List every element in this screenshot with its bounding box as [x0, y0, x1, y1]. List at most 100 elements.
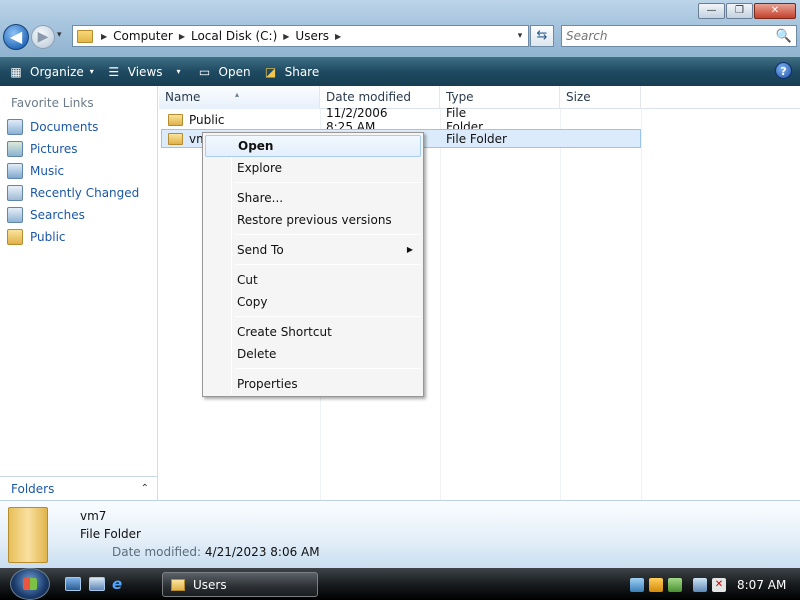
views-button[interactable]: ☰ Views ▾ — [102, 57, 189, 87]
security-shield-icon[interactable] — [649, 578, 663, 592]
menu-item-copy[interactable]: Copy — [205, 291, 421, 313]
chevron-up-icon: ⌃ — [140, 483, 149, 494]
menu-item-create-shortcut[interactable]: Create Shortcut — [205, 321, 421, 343]
internet-explorer-icon[interactable]: e — [112, 577, 128, 592]
details-type: File Folder — [80, 527, 141, 541]
sidebar-item-label: Public — [30, 230, 66, 244]
menu-separator — [235, 316, 421, 317]
sidebar-item-label: Pictures — [30, 142, 78, 156]
breadcrumb-separator[interactable]: ▶ — [101, 32, 107, 41]
views-label: Views — [127, 64, 163, 79]
sort-arrow-icon: ▴ — [235, 90, 240, 99]
file-name: Public — [189, 112, 225, 127]
views-icon: ☰ — [108, 64, 120, 79]
sidebar-item-public[interactable]: Public — [0, 226, 157, 248]
sidebar-item-label: Recently Changed — [30, 186, 140, 200]
help-button[interactable]: ? — [775, 62, 792, 79]
start-button[interactable] — [10, 568, 50, 600]
switch-windows-icon[interactable] — [89, 577, 105, 591]
breadcrumb-computer[interactable]: Computer — [113, 29, 173, 43]
recent-icon — [7, 185, 23, 201]
folder-icon — [8, 507, 48, 563]
column-header-size[interactable]: Size — [560, 86, 641, 109]
command-toolbar: ▦ Organize ▾ ☰ Views ▾ ▭ Open ◪ Share — [0, 56, 800, 86]
menu-item-explore[interactable]: Explore — [205, 157, 421, 179]
favorite-links-heading: Favorite Links — [11, 96, 94, 110]
open-icon: ▭ — [198, 64, 211, 79]
breadcrumb-users[interactable]: Users — [295, 29, 329, 43]
documents-icon — [7, 119, 23, 135]
breadcrumb-separator[interactable]: ▶ — [283, 32, 289, 41]
submenu-arrow-icon: ▶ — [406, 245, 413, 254]
forward-button[interactable]: ▶ — [31, 25, 55, 49]
sidebar-item-recently-changed[interactable]: Recently Changed — [0, 182, 157, 204]
breadcrumb-separator[interactable]: ▶ — [335, 32, 341, 41]
recent-pages-dropdown[interactable]: ▾ — [57, 30, 62, 40]
pictures-icon — [7, 141, 23, 157]
menu-item-cut[interactable]: Cut — [205, 269, 421, 291]
taskbar-button-users[interactable]: Users — [162, 572, 318, 597]
folder-icon — [171, 578, 185, 591]
menu-item-open[interactable]: Open — [205, 135, 421, 157]
details-date-label: Date modified: — [112, 545, 202, 559]
music-icon — [7, 163, 23, 179]
details-name: vm7 — [80, 509, 107, 523]
clock[interactable]: 8:07 AM — [737, 578, 786, 592]
share-icon: ◪ — [264, 64, 277, 79]
menu-item-send-to[interactable]: Send To ▶ — [205, 239, 421, 261]
folder-icon — [168, 113, 183, 126]
share-button[interactable]: ◪ Share — [259, 57, 328, 87]
address-dropdown[interactable]: ▾ — [512, 31, 528, 41]
network-sync-icon[interactable] — [630, 578, 644, 592]
sidebar-item-label: Music — [30, 164, 65, 178]
breadcrumb-local-disk[interactable]: Local Disk (C:) — [191, 29, 277, 43]
address-bar[interactable]: ▶ Computer ▶ Local Disk (C:) ▶ Users ▶ ▾ — [72, 25, 529, 47]
file-type: File Folder — [446, 131, 507, 146]
menu-item-share[interactable]: Share... — [205, 187, 421, 209]
details-date-modified: Date modified: 4/21/2023 8:06 AM — [112, 545, 320, 559]
table-row[interactable]: Public 11/2/2006 8:25 AM File Folder — [159, 106, 483, 134]
breadcrumb-separator[interactable]: ▶ — [179, 32, 185, 41]
column-header-label: Name — [165, 90, 201, 104]
folders-label: Folders — [11, 481, 55, 496]
sidebar-item-label: Searches — [30, 208, 85, 222]
column-divider — [641, 109, 642, 500]
menu-separator — [235, 182, 421, 183]
menu-item-restore-previous-versions[interactable]: Restore previous versions — [205, 209, 421, 231]
menu-item-delete[interactable]: Delete — [205, 343, 421, 365]
menu-separator — [235, 264, 421, 265]
minimize-button[interactable]: — — [698, 3, 725, 19]
menu-separator — [235, 234, 421, 235]
search-icon[interactable]: 🔍 — [776, 29, 792, 44]
sidebar-item-music[interactable]: Music — [0, 160, 157, 182]
open-button[interactable]: ▭ Open — [189, 57, 259, 87]
network-icon[interactable] — [693, 578, 707, 592]
sidebar-item-pictures[interactable]: Pictures — [0, 138, 157, 160]
folders-toggle[interactable]: Folders ⌃ — [0, 476, 158, 500]
menu-item-properties[interactable]: Properties — [205, 373, 421, 395]
taskbar-button-label: Users — [193, 577, 227, 592]
column-divider — [440, 109, 441, 500]
column-header-name[interactable]: ▴ Name — [159, 86, 320, 109]
back-button[interactable]: ◀ — [3, 24, 29, 50]
organize-button[interactable]: ▦ Organize ▾ — [0, 57, 102, 87]
searches-icon — [7, 207, 23, 223]
volume-muted-icon[interactable]: ✕ — [712, 578, 726, 592]
folder-icon — [7, 229, 23, 245]
context-menu: Open Explore Share... Restore previous v… — [202, 132, 424, 397]
menu-item-label: Send To — [237, 243, 284, 257]
organize-label: Organize — [30, 64, 84, 79]
search-box[interactable]: 🔍 — [561, 25, 797, 47]
chevron-down-icon: ▾ — [176, 67, 181, 76]
sidebar-item-documents[interactable]: Documents — [0, 116, 157, 138]
windows-update-icon[interactable] — [668, 578, 682, 592]
sidebar-item-searches[interactable]: Searches — [0, 204, 157, 226]
open-label: Open — [218, 64, 251, 79]
search-input[interactable] — [566, 29, 766, 43]
show-desktop-icon[interactable] — [65, 577, 81, 591]
refresh-button[interactable]: ⇆ — [530, 25, 554, 47]
column-divider — [560, 109, 561, 500]
maximize-button[interactable]: ❐ — [726, 3, 753, 19]
close-button[interactable]: ✕ — [754, 3, 796, 19]
sidebar-item-label: Documents — [30, 120, 99, 134]
